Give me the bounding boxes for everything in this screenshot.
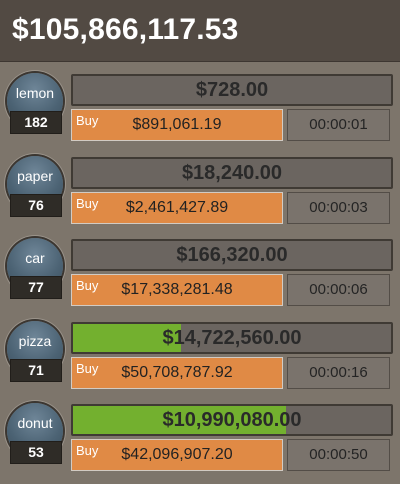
revenue-amount: $14,722,560.00: [162, 327, 302, 349]
revenue-amount: $10,990,080.00: [162, 409, 302, 431]
revenue-progress-bar[interactable]: $14,722,560.00: [71, 322, 393, 354]
business-row-paper: paper 76 $18,240.00 Buy $2,461,427.89 00…: [0, 148, 400, 228]
revenue-amount: $18,240.00: [181, 162, 283, 184]
revenue-amount: $166,320.00: [176, 244, 288, 266]
owned-count: 76: [10, 194, 62, 217]
business-row-pizza: pizza 71 $14,722,560.00 Buy $50,708,787.…: [0, 313, 400, 393]
buy-cost: $2,461,427.89: [125, 199, 229, 216]
revenue-progress-bar[interactable]: $728.00: [71, 74, 393, 106]
buy-button[interactable]: Buy $2,461,427.89: [71, 192, 283, 224]
owned-count: 53: [10, 441, 62, 464]
countdown-timer: 00:00:50: [287, 439, 390, 471]
buy-cost: $17,338,281.48: [121, 281, 233, 298]
revenue-progress-bar[interactable]: $166,320.00: [71, 239, 393, 271]
total-money: $105,866,117.53: [12, 13, 239, 46]
buy-button[interactable]: Buy $42,096,907.20: [71, 439, 283, 471]
countdown-timer: 00:00:06: [287, 274, 390, 306]
business-row-lemon: lemon 182 $728.00 Buy $891,061.19 00:00:…: [0, 65, 400, 145]
countdown-timer: 00:00:16: [287, 357, 390, 389]
buy-button[interactable]: Buy $17,338,281.48: [71, 274, 283, 306]
owned-count: 77: [10, 276, 62, 299]
owned-count: 71: [10, 359, 62, 382]
business-row-donut: donut 53 $10,990,080.00 Buy $42,096,907.…: [0, 395, 400, 475]
business-name: car: [25, 250, 45, 266]
business-name: donut: [17, 415, 53, 431]
business-row-car: car 77 $166,320.00 Buy $17,338,281.48 00…: [0, 230, 400, 310]
countdown-timer: 00:00:01: [287, 109, 390, 141]
revenue-progress-bar[interactable]: $18,240.00: [71, 157, 393, 189]
revenue-amount: $728.00: [195, 79, 269, 101]
owned-count: 182: [10, 111, 62, 134]
business-name: pizza: [18, 333, 52, 349]
business-name: lemon: [15, 85, 55, 101]
buy-cost: $50,708,787.92: [121, 364, 233, 381]
countdown-timer: 00:00:03: [287, 192, 390, 224]
buy-cost: $891,061.19: [132, 116, 222, 133]
header-bar: $105,866,117.53: [0, 0, 400, 62]
revenue-progress-bar[interactable]: $10,990,080.00: [71, 404, 393, 436]
business-name: paper: [17, 168, 53, 184]
buy-button[interactable]: Buy $50,708,787.92: [71, 357, 283, 389]
buy-button[interactable]: Buy $891,061.19: [71, 109, 283, 141]
buy-cost: $42,096,907.20: [121, 446, 233, 463]
